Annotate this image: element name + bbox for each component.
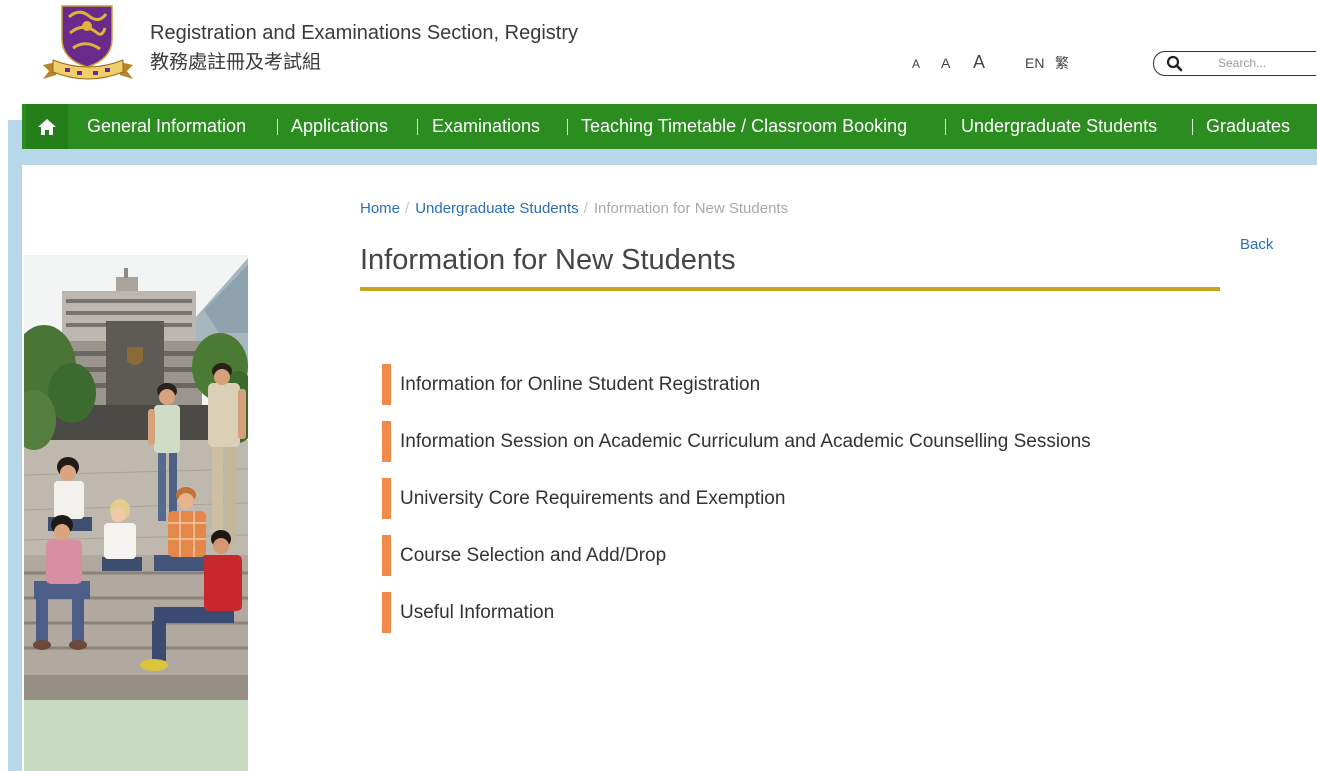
nav-item-teaching-timetable[interactable]: Teaching Timetable / Classroom Booking <box>581 104 907 149</box>
font-size-medium-button[interactable]: A <box>941 56 950 70</box>
breadcrumb-home-link[interactable]: Home <box>360 200 400 217</box>
breadcrumb-undergraduate-link[interactable]: Undergraduate Students <box>415 200 578 217</box>
list-bullet-bar <box>382 421 391 462</box>
list-bullet-bar <box>382 364 391 405</box>
font-size-large-button[interactable]: A <box>973 53 985 71</box>
site-title-en[interactable]: Registration and Examinations Section, R… <box>150 23 578 43</box>
search-box[interactable] <box>1153 51 1316 76</box>
breadcrumb: Home / Undergraduate Students / Information … <box>360 201 788 216</box>
link-label[interactable]: Information Session on Academic Curricul… <box>391 431 1091 453</box>
nav-item-applications[interactable]: Applications <box>291 104 388 149</box>
font-size-small-button[interactable]: A <box>912 58 920 70</box>
lang-zh-button[interactable]: 繁 <box>1055 56 1069 70</box>
home-button[interactable] <box>26 104 68 149</box>
nav-divider <box>945 119 946 135</box>
nav-divider <box>567 119 568 135</box>
link-core-requirements[interactable]: University Core Requirements and Exempti… <box>382 478 1091 519</box>
sidebar-green-panel <box>24 700 248 771</box>
link-course-selection[interactable]: Course Selection and Add/Drop <box>382 535 1091 576</box>
link-online-registration[interactable]: Information for Online Student Registrat… <box>382 364 1091 405</box>
nav-divider <box>1192 119 1193 135</box>
breadcrumb-current: Information for New Students <box>593 200 789 217</box>
breadcrumb-separator: / <box>583 200 588 217</box>
link-label[interactable]: Information for Online Student Registrat… <box>391 374 760 396</box>
breadcrumb-separator: / <box>405 200 410 217</box>
link-label[interactable]: University Core Requirements and Exempti… <box>391 488 785 510</box>
link-useful-information[interactable]: Useful Information <box>382 592 1091 633</box>
frame-top-band <box>8 149 1317 165</box>
frame-left-band <box>8 120 22 771</box>
back-link[interactable]: Back <box>1240 237 1273 252</box>
list-bullet-bar <box>382 535 391 576</box>
main-nav: General Information Applications Examina… <box>22 104 1317 149</box>
nav-item-graduates[interactable]: Graduates <box>1206 104 1290 149</box>
lang-en-button[interactable]: EN <box>1025 56 1044 70</box>
site-title-zh[interactable]: 教務處註冊及考試組 <box>150 53 321 72</box>
cuhk-crest-logo[interactable] <box>40 3 136 83</box>
new-student-links: Information for Online Student Registrat… <box>382 364 1091 649</box>
home-icon <box>38 118 56 135</box>
title-underline <box>360 287 1220 291</box>
list-bullet-bar <box>382 592 391 633</box>
search-icon[interactable] <box>1166 55 1183 72</box>
nav-divider <box>277 119 278 135</box>
nav-divider <box>417 119 418 135</box>
nav-item-examinations[interactable]: Examinations <box>432 104 540 149</box>
search-input[interactable] <box>1218 54 1312 72</box>
campus-students-photo <box>24 255 248 700</box>
list-bullet-bar <box>382 478 391 519</box>
nav-item-general-information[interactable]: General Information <box>87 104 246 149</box>
nav-item-undergraduate-students[interactable]: Undergraduate Students <box>961 104 1157 149</box>
link-label[interactable]: Useful Information <box>391 602 554 624</box>
page-title: Information for New Students <box>360 244 736 276</box>
link-information-session[interactable]: Information Session on Academic Curricul… <box>382 421 1091 462</box>
link-label[interactable]: Course Selection and Add/Drop <box>391 545 666 567</box>
